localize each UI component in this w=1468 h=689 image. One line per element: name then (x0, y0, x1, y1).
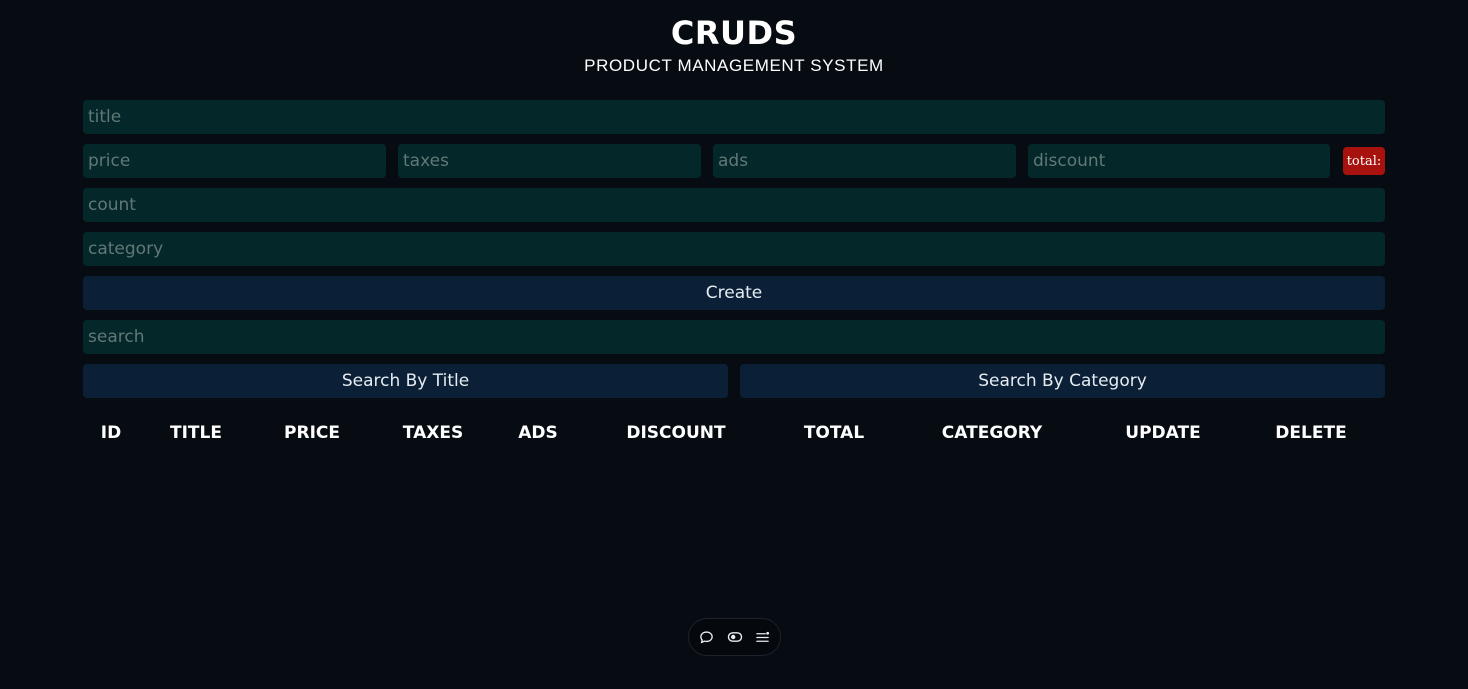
toggle-icon[interactable] (727, 629, 743, 645)
column-header-discount: DISCOUNT (626, 423, 726, 443)
column-header-update: UPDATE (1125, 423, 1201, 443)
discount-input[interactable] (1028, 144, 1330, 178)
column-header-taxes: TAXES (402, 423, 464, 443)
search-by-category-button[interactable]: Search By Category (740, 364, 1385, 398)
column-header-title: TITLE (170, 423, 222, 443)
column-header-ads: ADS (518, 423, 558, 443)
ads-input[interactable] (713, 144, 1016, 178)
header: CRUDS PRODUCT MANAGEMENT SYSTEM (0, 14, 1468, 77)
crud-app: CRUDS PRODUCT MANAGEMENT SYSTEM total: C… (0, 0, 1468, 689)
total-badge: total: (1343, 147, 1385, 175)
search-by-title-button[interactable]: Search By Title (83, 364, 728, 398)
column-header-total: TOTAL (803, 423, 865, 443)
comment-icon[interactable] (699, 629, 715, 645)
page-title: CRUDS (670, 14, 798, 52)
search-input[interactable] (83, 320, 1385, 354)
column-header-id: ID (100, 423, 122, 443)
price-input[interactable] (83, 144, 386, 178)
column-header-category: CATEGORY (941, 423, 1043, 443)
title-input[interactable] (83, 100, 1385, 134)
create-button[interactable]: Create (83, 276, 1385, 310)
taxes-input[interactable] (398, 144, 701, 178)
floating-toolbar (688, 618, 781, 656)
column-header-price: PRICE (284, 423, 340, 443)
menu-icon[interactable] (755, 629, 771, 645)
column-header-delete: DELETE (1275, 423, 1347, 443)
count-input[interactable] (83, 188, 1385, 222)
page-subtitle: PRODUCT MANAGEMENT SYSTEM (584, 56, 884, 75)
category-input[interactable] (83, 232, 1385, 266)
